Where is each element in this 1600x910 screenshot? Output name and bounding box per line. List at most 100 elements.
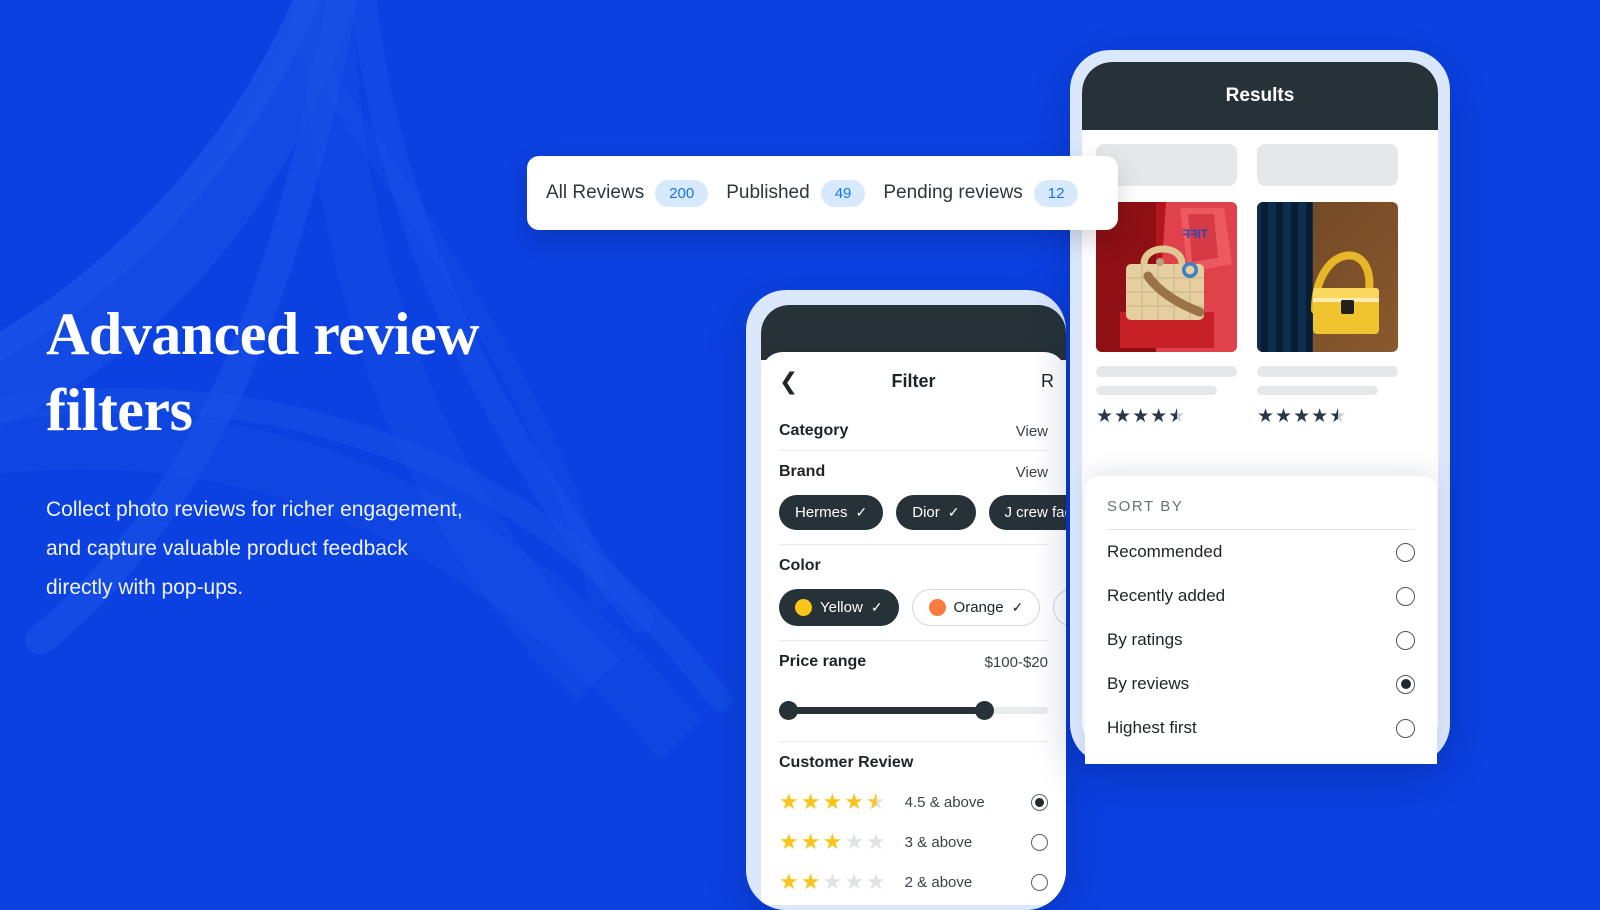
sort-option-recently-added-radio[interactable] [1396,586,1415,606]
results-header: Results [1082,62,1438,130]
hero-title-line-1: Advanced review [46,301,480,367]
tab-pending-reviews-count: 12 [1033,179,1079,207]
review-tabs-card: All Reviews 200 Published 49 Pending rev… [527,156,1118,230]
tab-pending-reviews[interactable]: Pending reviews 12 [883,179,1079,207]
review-filter-2-radio[interactable] [1031,873,1048,891]
brand-label: Brand [779,463,826,480]
price-range-label: Price range [779,653,867,670]
product-placeholder-bar [1257,144,1398,186]
price-range-slider[interactable] [779,695,1048,725]
color-chip-yellow-label: Yellow [820,599,863,616]
product-meta-placeholder [1257,386,1379,395]
color-chip-row: Yellow ✓ Orange ✓ Pink ✓ [779,585,1066,640]
hero-block: Advanced review filters Collect photo re… [46,296,666,607]
hero-sub-line-2: and capture valuable product feedback [46,537,408,560]
hero-subtitle: Collect photo reviews for richer engagem… [46,490,666,607]
brand-view-link[interactable]: View [1016,464,1048,481]
color-chip-orange[interactable]: Orange ✓ [911,589,1041,626]
check-icon: ✓ [947,504,960,520]
color-chip-yellow[interactable]: Yellow ✓ [779,589,899,626]
sort-option-by-ratings-label: By ratings [1107,630,1183,649]
color-label: Color [779,557,821,574]
star-rating-icon: ★ ★ ★ ★ ★ [779,789,887,814]
customer-review-label: Customer Review [779,754,914,771]
brand-chip-dior-label: Dior [912,504,940,521]
category-label: Category [779,422,849,439]
sort-option-highest-first[interactable]: Highest first [1107,706,1415,750]
star-rating-icon: ★ ★ ★ ★ ★ [779,869,887,894]
brand-chip-dior[interactable]: Dior ✓ [896,495,976,530]
price-range-value: $100-$20 [984,653,1048,671]
filter-row-customer-review: Customer Review [779,742,1048,782]
sort-option-highest-first-radio[interactable] [1396,718,1415,738]
filter-row-price: Price range $100-$20 [779,641,1048,681]
slider-fill [779,707,984,714]
sort-option-highest-first-label: Highest first [1107,718,1197,737]
tab-pending-reviews-label: Pending reviews [883,182,1023,203]
product-image-handbag-red: TIFF [1096,202,1237,352]
sort-option-recommended-label: Recommended [1107,542,1223,561]
sort-option-recommended[interactable]: Recommended [1107,530,1415,574]
review-filter-4-5[interactable]: ★ ★ ★ ★ ★ 4.5 & above [779,782,1048,822]
check-icon: ✓ [870,599,883,615]
hero-sub-line-3: directly with pop-ups. [46,576,244,599]
check-icon: ✓ [1011,599,1024,615]
review-filter-3-radio[interactable] [1031,833,1048,851]
sort-option-recently-added[interactable]: Recently added [1107,574,1415,618]
check-icon: ✓ [855,504,868,520]
brand-chip-hermes[interactable]: Hermes ✓ [779,495,884,530]
color-chip-orange-label: Orange [953,599,1004,616]
filter-phone-screen: ❮ Filter R Category View Brand View Herm… [761,305,1066,905]
color-swatch-orange [928,599,946,616]
filter-header: ❮ Filter R [779,352,1054,410]
reset-button[interactable]: R [1041,371,1054,392]
color-swatch-yellow [795,599,812,616]
filter-row-category[interactable]: Category View [779,410,1048,450]
tab-published-count: 49 [820,179,866,207]
sort-option-recently-added-label: Recently added [1107,586,1226,605]
review-filter-3[interactable]: ★ ★ ★ ★ ★ 3 & above [779,822,1048,862]
product-rating-stars: ★ ★ ★ ★ ★ [1257,406,1348,427]
review-filter-2-label: 2 & above [904,873,973,891]
hero-title-line-2: filters [46,377,193,443]
sort-option-by-ratings[interactable]: By ratings [1107,618,1415,662]
sort-by-heading: SORT BY [1107,498,1415,530]
filter-phone-frame: ❮ Filter R Category View Brand View Herm… [746,290,1066,910]
brand-chip-hermes-label: Hermes [795,504,848,521]
results-title: Results [1225,85,1295,106]
hero-sub-line-1: Collect photo reviews for richer engagem… [46,498,463,521]
category-view-link[interactable]: View [1016,423,1048,440]
results-grid: TIFF ★ ★ ★ ★ ★ ★ ★ ★ ★ ★ [1082,130,1438,428]
tab-all-reviews-label: All Reviews [546,182,645,203]
page-title: Advanced review filters [46,296,666,448]
review-filter-4-5-label: 4.5 & above [904,793,985,811]
review-filter-3-label: 3 & above [904,833,973,851]
review-filter-2[interactable]: ★ ★ ★ ★ ★ 2 & above [779,862,1048,902]
filter-row-brand[interactable]: Brand View [779,451,1048,491]
filter-sheet: ❮ Filter R Category View Brand View Herm… [761,352,1066,905]
sort-by-panel: SORT BY Recommended Recently added By ra… [1085,476,1437,764]
brand-chip-jcrew-label: J crew factory [1004,504,1067,521]
sort-option-by-reviews-label: By reviews [1107,674,1190,693]
sort-option-by-reviews[interactable]: By reviews [1107,662,1415,706]
star-rating-icon: ★ ★ ★ ★ ★ [779,829,887,854]
product-card[interactable]: ★ ★ ★ ★ ★ [1257,144,1398,428]
brand-chip-row: Hermes ✓ Dior ✓ J crew factory ✓ [779,491,1066,544]
slider-knob-min[interactable] [779,701,798,720]
tab-all-reviews-count: 200 [655,179,709,207]
sort-option-by-reviews-radio[interactable] [1396,674,1415,694]
product-title-placeholder [1096,366,1237,377]
review-filter-4-5-radio[interactable] [1031,793,1048,811]
sort-option-recommended-radio[interactable] [1396,542,1415,562]
color-chip-pink[interactable]: Pink ✓ [1053,589,1066,626]
product-rating-stars: ★ ★ ★ ★ ★ [1096,406,1187,427]
slider-knob-max[interactable] [975,701,994,720]
brand-chip-jcrew[interactable]: J crew factory ✓ [988,495,1067,530]
sort-option-by-ratings-radio[interactable] [1396,630,1415,650]
product-title-placeholder [1257,366,1398,377]
tab-all-reviews[interactable]: All Reviews 200 [546,179,709,207]
tab-published-label: Published [726,182,810,203]
tab-published[interactable]: Published 49 [726,179,866,207]
filter-title: Filter [891,370,936,391]
product-meta-placeholder [1096,386,1218,395]
